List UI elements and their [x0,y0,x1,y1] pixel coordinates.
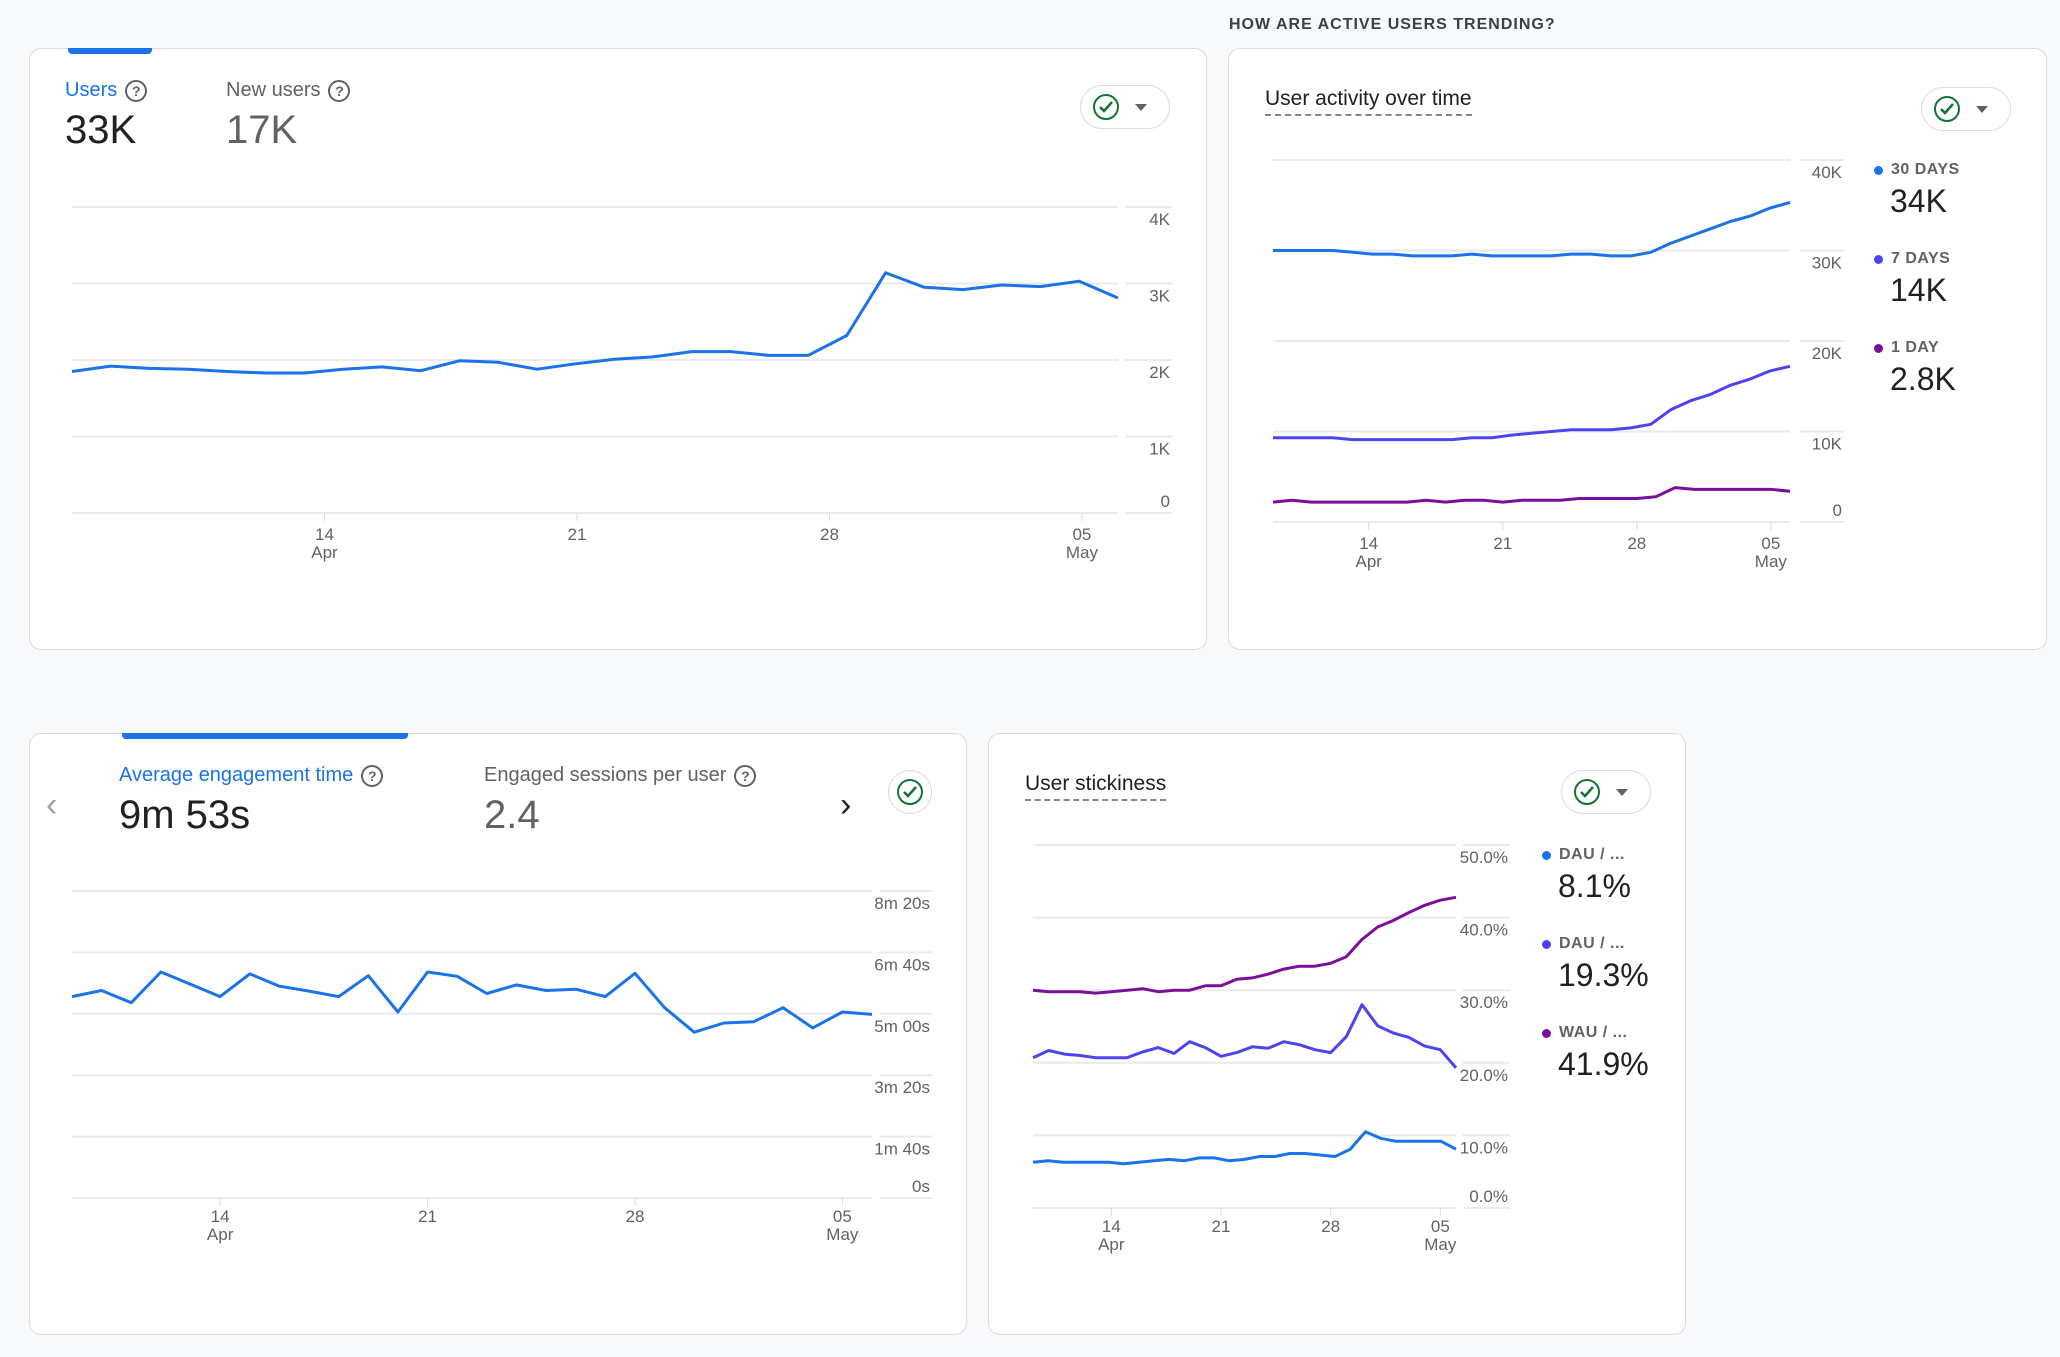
check-circle-icon [897,779,923,805]
legend-item: 1 DAY 2.8K [1874,339,1960,398]
help-icon[interactable]: ? [125,79,148,102]
metric-tab-users[interactable]: Users ? 33K [65,79,148,153]
metric-value: 9m 53s [119,793,251,837]
legend-item: DAU / ... 19.3% [1542,935,1649,994]
metric-value: 33K [65,108,137,152]
legend-label-text: WAU / ... [1559,1024,1628,1041]
legend-label: DAU / ... [1542,846,1649,864]
card-title[interactable]: User stickiness [1025,772,1167,801]
metric-label-text: Users [65,79,118,101]
compare-dropdown-button[interactable] [1921,87,2011,131]
check-circle-icon [1574,779,1600,805]
legend-dot-icon [1542,939,1551,949]
user-stickiness-card: User stickiness DAU / ... 8.1% DAU / ...… [988,733,1686,1335]
legend-item: WAU / ... 41.9% [1542,1024,1649,1083]
caret-down-icon [1616,788,1628,796]
compare-button[interactable] [888,770,932,814]
check-circle-icon [1934,96,1960,122]
stickiness-legend: DAU / ... 8.1% DAU / ... 19.3% WAU / ...… [1542,846,1649,1111]
metric-label: Average engagement time ? [119,764,384,787]
metric-label: Engaged sessions per user ? [484,764,757,787]
help-icon[interactable]: ? [328,79,351,102]
legend-value: 2.8K [1890,361,1956,397]
legend-label-text: 7 DAYS [1891,250,1951,267]
metric-tab-avg-engagement-time[interactable]: Average engagement time ? 9m 53s [119,764,384,838]
metric-label: Users ? [65,79,148,102]
legend-dot-icon [1542,1028,1551,1038]
metric-tab-new-users[interactable]: New users ? 17K [226,79,351,153]
legend-dot-icon [1874,343,1883,353]
legend-dot-icon [1874,254,1883,264]
legend-label: 30 DAYS [1874,161,1960,179]
legend-value: 19.3% [1558,957,1649,993]
caret-down-icon [1976,105,1988,113]
legend-label: DAU / ... [1542,935,1649,953]
legend-label: 1 DAY [1874,339,1960,357]
activity-legend: 30 DAYS 34K 7 DAYS 14K 1 DAY 2.8K [1874,161,1960,426]
legend-item: 30 DAYS 34K [1874,161,1960,220]
caret-down-icon [1135,103,1147,111]
legend-dot-icon [1874,165,1883,175]
user-activity-card: User activity over time 30 DAYS 34K 7 DA… [1228,48,2047,650]
compare-dropdown-button[interactable] [1561,770,1651,814]
engagement-card: ‹ Average engagement time ? 9m 53s Engag… [29,733,967,1335]
compare-dropdown-button[interactable] [1080,85,1170,129]
help-icon[interactable]: ? [734,764,757,787]
legend-value: 14K [1890,272,1947,308]
legend-value: 41.9% [1558,1046,1649,1082]
help-icon[interactable]: ? [361,764,384,787]
card-title[interactable]: User activity over time [1265,87,1472,116]
legend-label-text: 1 DAY [1891,339,1940,356]
metric-label: New users ? [226,79,351,102]
metric-label-text: New users [226,79,321,101]
metric-value: 2.4 [484,793,540,837]
legend-label: 7 DAYS [1874,250,1960,268]
legend-value: 34K [1890,183,1947,219]
metric-value: 17K [226,108,298,152]
legend-dot-icon [1542,850,1551,860]
metric-label-text: Average engagement time [119,764,354,786]
legend-label: WAU / ... [1542,1024,1649,1042]
check-circle-icon [1093,94,1119,120]
section-heading: HOW ARE ACTIVE USERS TRENDING? [1229,16,1556,33]
legend-item: DAU / ... 8.1% [1542,846,1649,905]
legend-label-text: DAU / ... [1559,846,1625,863]
next-arrow-icon[interactable]: › [840,786,851,825]
users-card: Users ? 33K New users ? 17K [29,48,1207,650]
legend-value: 8.1% [1558,868,1631,904]
prev-arrow-icon[interactable]: ‹ [46,786,57,825]
active-tab-indicator [122,733,408,739]
active-tab-indicator [68,48,152,54]
metric-tab-engaged-sessions[interactable]: Engaged sessions per user ? 2.4 [484,764,757,838]
metric-label-text: Engaged sessions per user [484,764,727,786]
legend-label-text: DAU / ... [1559,935,1625,952]
legend-item: 7 DAYS 14K [1874,250,1960,309]
legend-label-text: 30 DAYS [1891,161,1960,178]
